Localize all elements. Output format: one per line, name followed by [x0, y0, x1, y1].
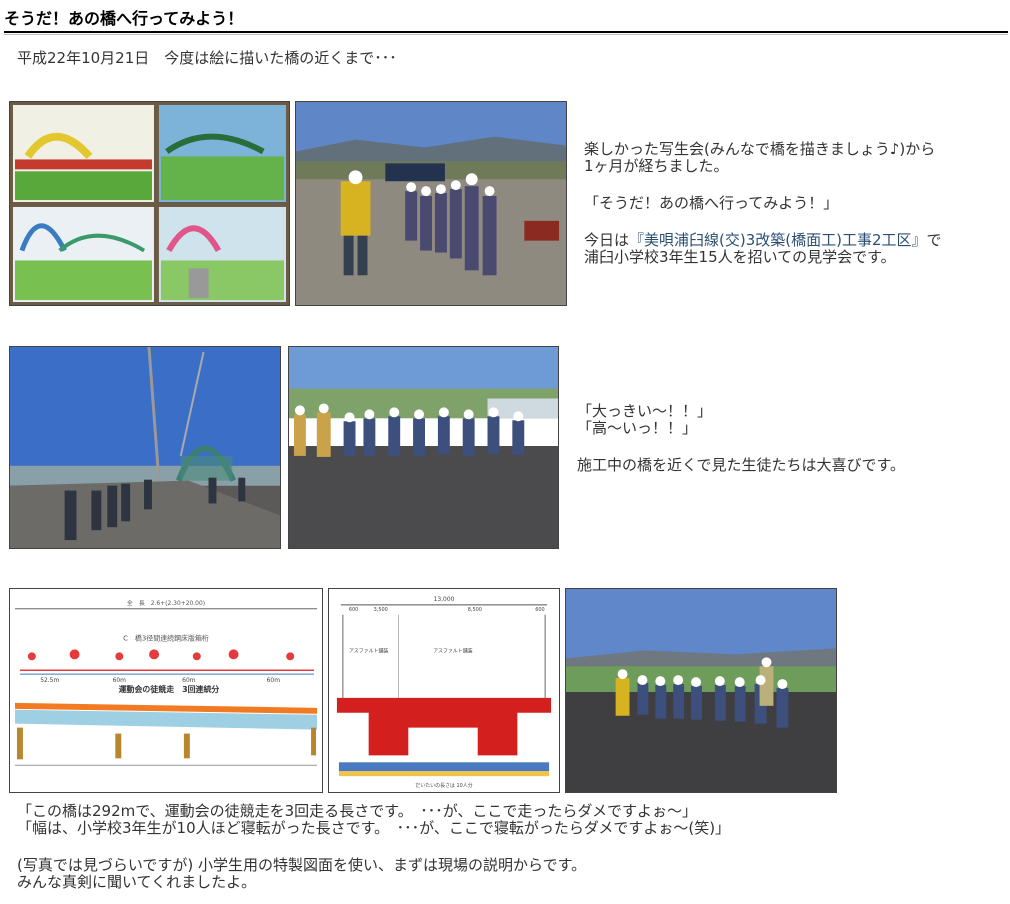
section1-quote: 「そうだ！あの橋へ行ってみよう！」	[584, 194, 839, 212]
section1-line3: 今日は『美唄浦臼線(交)3改築(橋面工)工事2工区』で	[584, 232, 942, 249]
diagram1-overlay: 運動会の徒競走 3回連続分	[119, 684, 220, 694]
section2-quote2: 「高～いっ！！」	[577, 419, 698, 437]
section3-line4: みんな真剣に聞いてくれましたよ。	[17, 873, 257, 891]
diagram2-dim-right: 8,500	[468, 607, 482, 613]
diagram2-dim-edge-right: 600	[535, 607, 544, 613]
date-line: 平成22年10月21日 今度は絵に描いた橋の近くまで･･･	[17, 49, 397, 67]
section1-line1: 楽しかった写生会(みんなで橋を描きましょう♪)から	[584, 140, 936, 158]
diagram2-top-total: 13,000	[434, 596, 455, 603]
diagram2-label-left: アスファルト舗装	[349, 647, 389, 654]
diagram1-span1: 52.5m	[40, 677, 59, 684]
diagram2-dim-edge-left: 600	[349, 607, 358, 613]
diagram2-label-right: アスファルト舗装	[433, 647, 473, 654]
diagram1-span3: 60m	[182, 677, 196, 684]
section3-line2: 「幅は、小学校3年生が10人ほど寝転がった長さです。 ･･･が、ここで寝転がった…	[17, 819, 731, 837]
bridge-span-diagram: 全 長 2.6+(2.30+20.00) C 橋3径間連続鋼床版箱桁 52.5m…	[9, 588, 323, 793]
project-name-link[interactable]: 『美唄浦臼線(交)3改築(橋面工)工事2工区』	[629, 231, 927, 249]
bridge-crane-photo	[9, 346, 281, 549]
diagram1-span2: 60m	[113, 677, 127, 684]
today-prefix: 今日は	[584, 231, 630, 249]
today-suffix: で	[926, 231, 942, 249]
bridge-cross-section-diagram: 13,000 600 3,500 8,500 600 アスファルト舗装 アスファ…	[328, 588, 560, 793]
diagram1-title: C 橋3径間連続鋼床版箱桁	[123, 634, 209, 643]
site-visit-photo-3	[565, 588, 837, 793]
diagram2-dim-left: 3,500	[374, 607, 388, 613]
diagram2-footer: だいたいの長さは 10人分	[415, 782, 472, 789]
diagram1-span4: 60m	[267, 677, 281, 684]
site-visit-photo-2	[288, 346, 559, 549]
diagram1-top-dim: 全 長 2.6+(2.30+20.00)	[127, 599, 205, 607]
section1-line4: 浦臼小学校3年生15人を招いての見学会です。	[584, 248, 896, 266]
drawings-photo	[9, 101, 290, 306]
section2-caption: 施工中の橋を近くで見た生徒たちは大喜びです。	[577, 456, 906, 474]
section3-line3: (写真では見づらいですが) 小学生用の特製図面を使い、まずは現場の説明からです。	[17, 856, 587, 874]
title-rule-shadow	[4, 34, 1008, 35]
site-visit-photo-1	[295, 101, 567, 306]
page-title: そうだ！あの橋へ行ってみよう！	[4, 9, 244, 28]
section1-line2: 1ヶ月が経ちました。	[584, 157, 729, 175]
section2-quote1: 「大っきい～！！」	[577, 402, 713, 420]
title-rule	[4, 31, 1008, 33]
section3-line1: 「この橋は292mで、運動会の徒競走を3回走る長さです。 ･･･が、ここで走った…	[17, 802, 697, 820]
